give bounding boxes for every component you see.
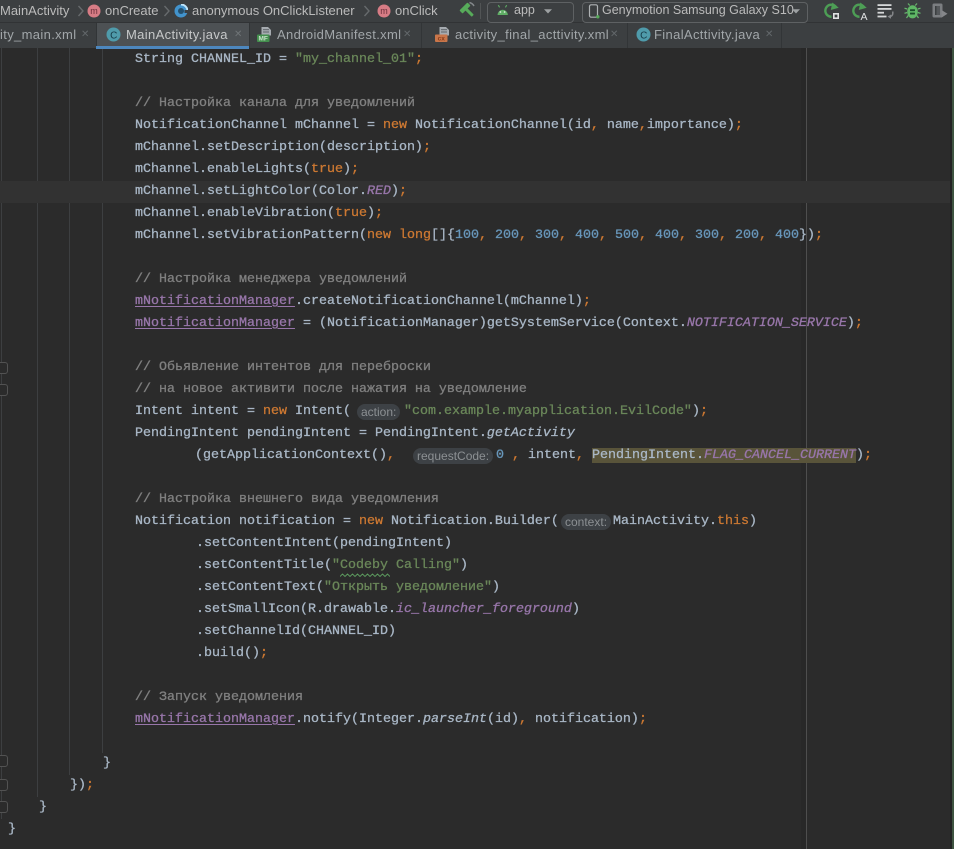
svg-text:A: A xyxy=(860,11,867,21)
svg-text:m: m xyxy=(380,6,388,16)
svg-text:C: C xyxy=(640,30,647,41)
svg-text:m: m xyxy=(90,6,98,16)
svg-text:cx: cx xyxy=(438,35,446,42)
svg-text:C: C xyxy=(110,30,117,41)
svg-text:MF: MF xyxy=(259,35,268,42)
